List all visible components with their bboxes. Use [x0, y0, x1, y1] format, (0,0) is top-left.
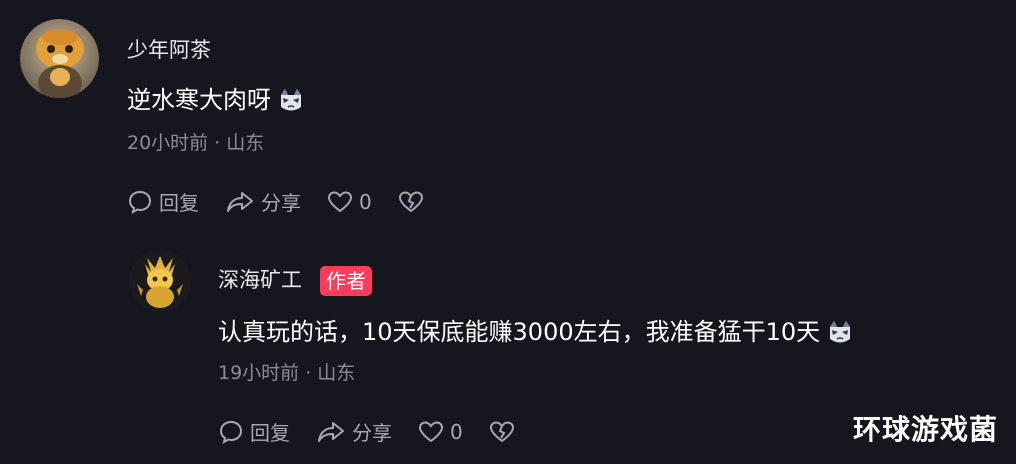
comment-meta: 20小时前 · 山东 — [127, 132, 265, 154]
reply-button[interactable]: 回复 — [127, 187, 199, 216]
author-badge: 作者 — [320, 266, 372, 296]
dislike-button[interactable] — [489, 420, 521, 444]
share-button[interactable]: 分享 — [225, 187, 301, 216]
comment-actions: 回复 分享 0 — [127, 187, 456, 216]
broken-heart-icon — [489, 420, 514, 442]
like-count: 0 — [359, 189, 372, 214]
cat-emoji-icon — [277, 87, 305, 115]
watermark: 环球游戏菌 — [852, 413, 998, 446]
comment-text: 逆水寒大肉呀 — [127, 80, 305, 115]
username[interactable]: 深海矿工 — [218, 268, 302, 292]
share-button[interactable]: 分享 — [316, 417, 392, 446]
dislike-button[interactable] — [398, 190, 430, 214]
heart-icon — [327, 190, 353, 212]
username[interactable]: 少年阿茶 — [127, 34, 211, 64]
comment-actions: 回复 分享 0 — [218, 417, 547, 446]
cat-emoji-icon — [826, 319, 854, 347]
like-button[interactable]: 0 — [327, 190, 372, 214]
like-button[interactable]: 0 — [418, 420, 463, 444]
share-arrow-icon — [318, 421, 344, 442]
avatar-tiger-image — [20, 19, 99, 98]
avatar[interactable] — [129, 250, 191, 312]
like-count: 0 — [450, 419, 463, 444]
comment-bubble-icon — [128, 190, 152, 214]
reply-button[interactable]: 回复 — [218, 417, 290, 446]
avatar[interactable] — [20, 19, 99, 98]
comment-meta: 19小时前 · 山东 — [218, 362, 356, 384]
share-arrow-icon — [227, 191, 253, 212]
comment-text: 认真玩的话，10天保底能赚3000左右，我准备猛干10天 — [218, 312, 854, 347]
avatar-golden-dragon-image — [129, 250, 191, 312]
heart-icon — [418, 420, 444, 442]
username-row: 深海矿工 作者 — [218, 264, 372, 296]
broken-heart-icon — [398, 190, 423, 212]
comment-bubble-icon — [219, 420, 243, 444]
